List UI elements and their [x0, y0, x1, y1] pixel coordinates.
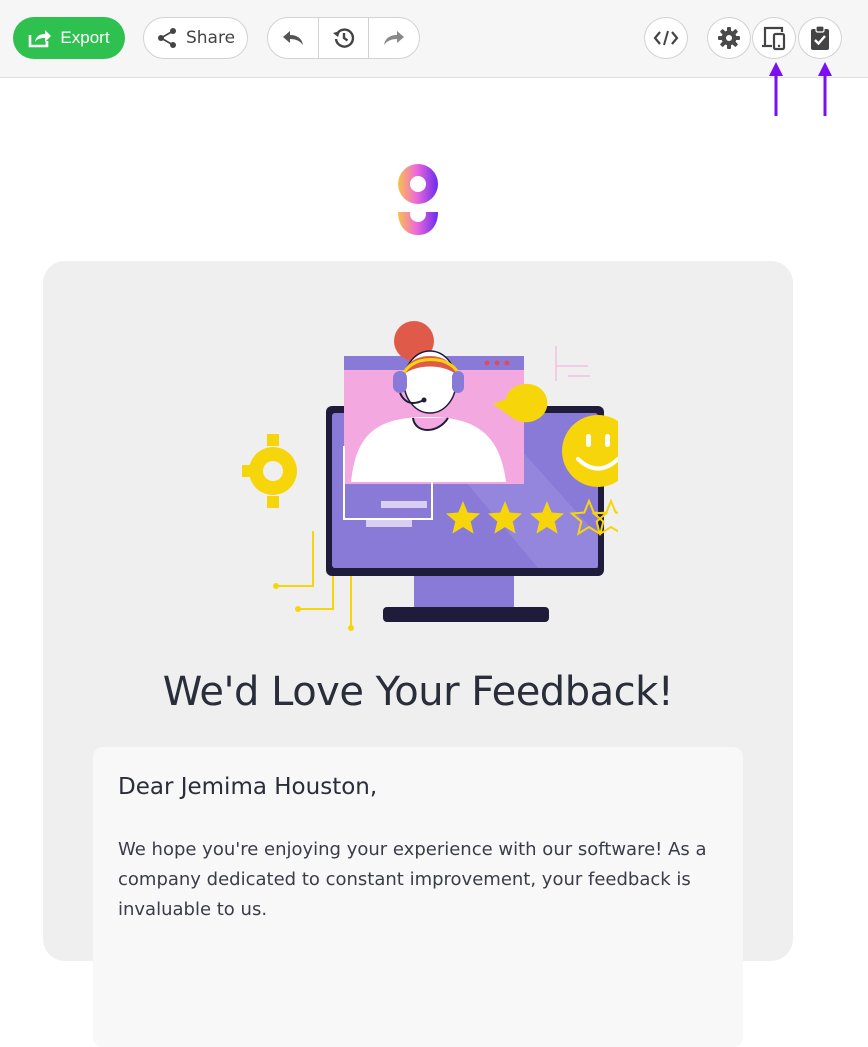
export-icon [29, 30, 52, 48]
code-view-button[interactable] [644, 17, 688, 59]
editor-toolbar: Export Share [0, 0, 868, 78]
responsive-preview-button[interactable] [752, 17, 796, 59]
share-icon [157, 28, 176, 48]
email-body-text: We hope you're enjoying your experience … [118, 839, 707, 920]
export-label: Export [60, 28, 110, 47]
email-card: We'd Love Your Feedback! Dear Jemima Hou… [43, 261, 793, 1047]
responsive-preview-icon [762, 26, 786, 51]
gear-icon [718, 27, 740, 49]
history-icon [332, 28, 354, 48]
history-controls [267, 17, 420, 59]
export-button[interactable]: Export [13, 17, 125, 59]
feedback-illustration [242, 321, 618, 631]
code-icon [653, 30, 679, 46]
history-button[interactable] [317, 18, 370, 58]
email-message-box: Dear Jemima Houston, We hope you're enjo… [93, 747, 743, 1047]
annotation-arrow-clipboard [818, 62, 832, 116]
redo-icon [384, 31, 405, 45]
brand-logo [398, 164, 438, 235]
annotation-arrow-responsive [769, 62, 783, 116]
redo-button[interactable] [369, 18, 419, 58]
share-button[interactable]: Share [143, 17, 248, 59]
undo-button[interactable] [268, 18, 318, 58]
share-label: Share [185, 28, 236, 48]
email-headline: We'd Love Your Feedback! [162, 669, 674, 715]
email-greeting: Dear Jemima Houston, [118, 774, 378, 800]
settings-button[interactable] [707, 17, 751, 59]
clipboard-check-icon [811, 25, 829, 50]
clipboard-button[interactable] [798, 17, 842, 59]
undo-icon [282, 31, 303, 45]
